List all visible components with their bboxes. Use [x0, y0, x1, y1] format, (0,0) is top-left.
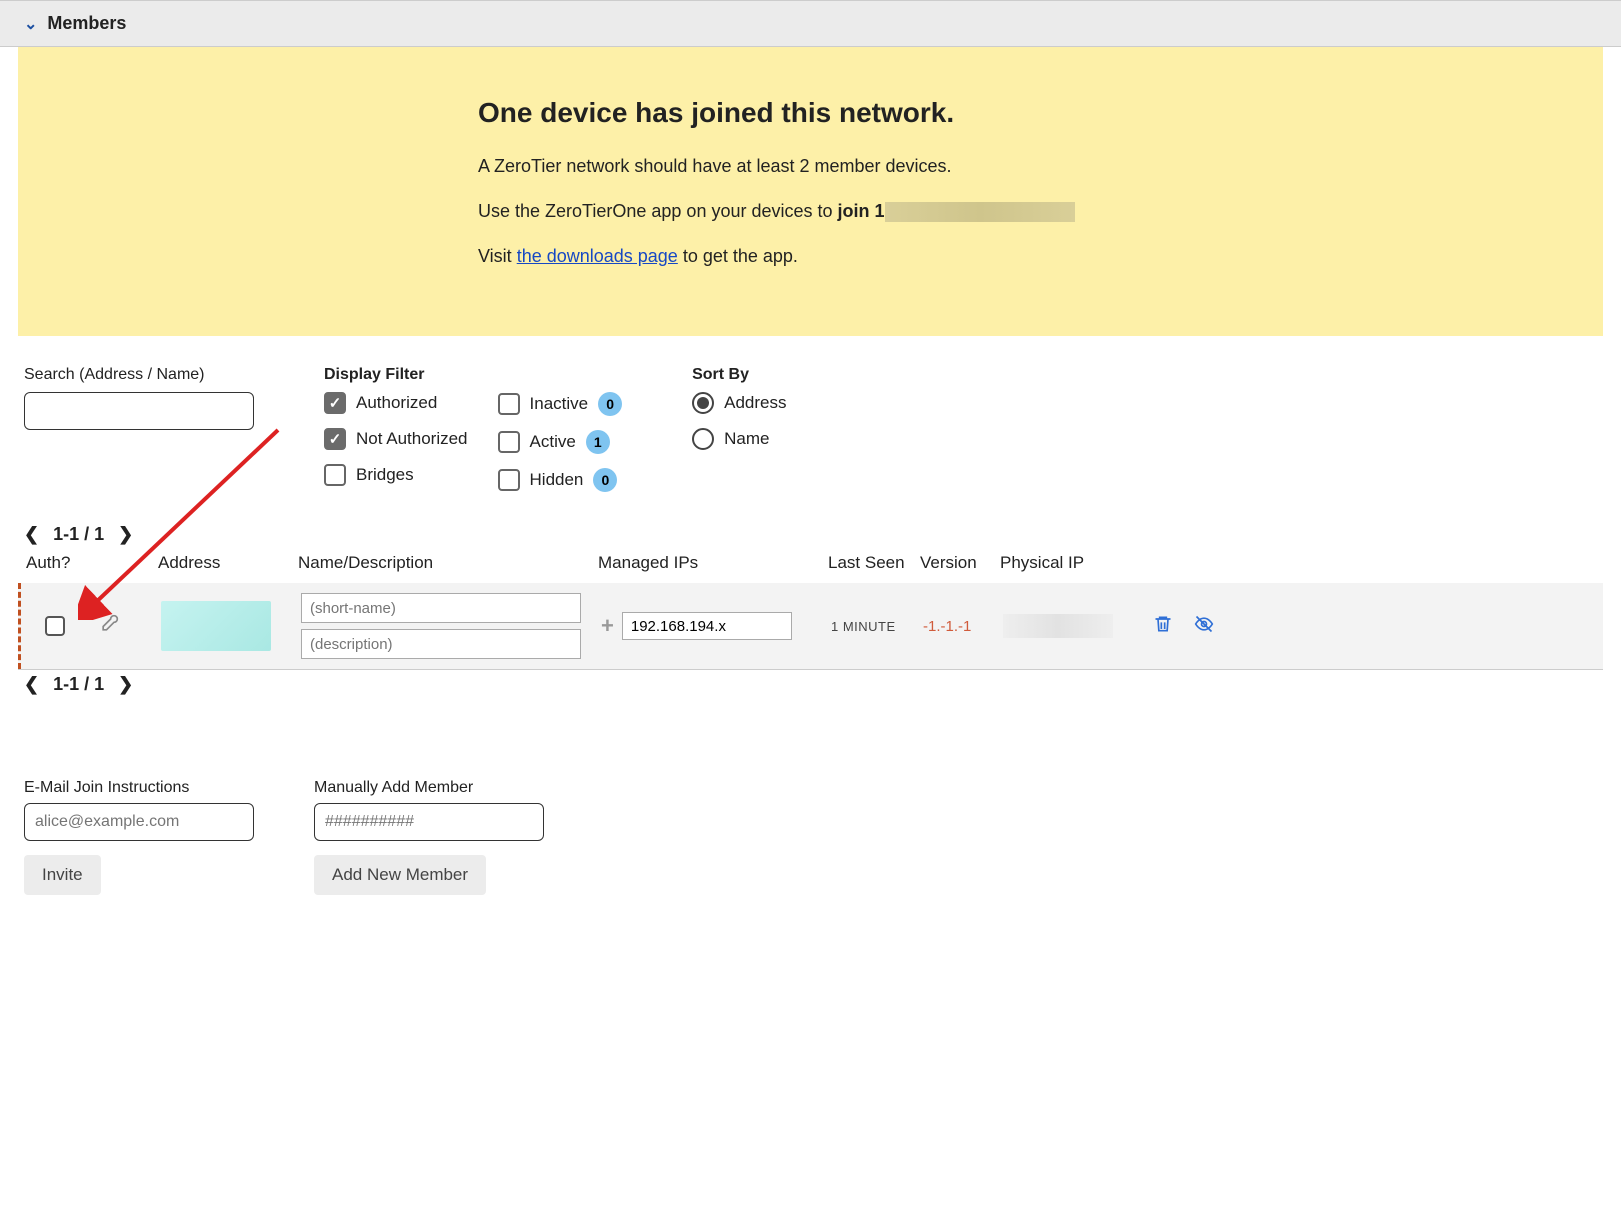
pager-prev-icon[interactable]: ❮: [24, 524, 39, 545]
email-invite-section: E-Mail Join Instructions Invite: [24, 779, 254, 895]
filter-inactive-label: Inactive: [530, 394, 589, 414]
filter-active-checkbox[interactable]: [498, 431, 520, 453]
banner-line2: Use the ZeroTierOne app on your devices …: [478, 198, 1178, 225]
manual-add-section: Manually Add Member Add New Member: [314, 779, 544, 895]
version-value: -1.-1.-1: [923, 618, 1003, 635]
sort-name-label: Name: [724, 429, 769, 449]
manual-label: Manually Add Member: [314, 779, 544, 797]
invite-button[interactable]: Invite: [24, 855, 101, 895]
hide-icon[interactable]: [1193, 614, 1215, 639]
auth-checkbox[interactable]: [45, 616, 65, 636]
pager-bottom: ❮ 1-1 / 1 ❯: [18, 670, 1603, 699]
banner-line3: Visit the downloads page to get the app.: [478, 243, 1178, 270]
pager-next-icon[interactable]: ❯: [118, 674, 133, 695]
display-filter-section: Display Filter Authorized Not Authorized…: [324, 366, 622, 492]
filter-hidden-checkbox[interactable]: [498, 469, 520, 491]
search-section: Search (Address / Name): [24, 366, 254, 492]
filter-not-authorized-checkbox[interactable]: [324, 428, 346, 450]
pager-text: 1-1 / 1: [53, 524, 104, 545]
info-banner: One device has joined this network. A Ze…: [18, 47, 1603, 336]
inactive-count-badge: 0: [598, 392, 622, 416]
ip-input[interactable]: [622, 612, 792, 640]
search-label: Search (Address / Name): [24, 366, 254, 384]
col-seen: Last Seen: [828, 553, 920, 573]
sort-label: Sort By: [692, 366, 786, 384]
pager-top: ❮ 1-1 / 1 ❯: [18, 520, 1603, 549]
table-header: Auth? Address Name/Description Managed I…: [18, 549, 1603, 577]
filter-not-authorized-label: Not Authorized: [356, 429, 468, 449]
sort-name-radio[interactable]: [692, 428, 714, 450]
filter-bridges-label: Bridges: [356, 465, 414, 485]
wrench-icon[interactable]: [99, 614, 119, 639]
active-count-badge: 1: [586, 430, 610, 454]
add-ip-icon[interactable]: +: [601, 613, 614, 639]
sort-section: Sort By Address Name: [692, 366, 786, 492]
col-name: Name/Description: [298, 553, 598, 573]
downloads-link[interactable]: the downloads page: [517, 246, 678, 266]
banner-line1: A ZeroTier network should have at least …: [478, 153, 1178, 180]
email-input[interactable]: [24, 803, 254, 841]
col-physical: Physical IP: [1000, 553, 1140, 573]
chevron-down-icon: ⌄: [24, 14, 37, 34]
delete-icon[interactable]: [1153, 614, 1173, 639]
table-row: + 1 MINUTE -1.-1.-1: [18, 583, 1603, 669]
section-header[interactable]: ⌄ Members: [0, 0, 1621, 47]
physical-ip-redacted: [1003, 614, 1113, 638]
filter-authorized-label: Authorized: [356, 393, 437, 413]
email-label: E-Mail Join Instructions: [24, 779, 254, 797]
last-seen-value: 1 MINUTE: [831, 619, 923, 634]
address-redacted: [161, 601, 271, 651]
pager-prev-icon[interactable]: ❮: [24, 674, 39, 695]
description-input[interactable]: [301, 629, 581, 659]
hidden-count-badge: 0: [593, 468, 617, 492]
pager-next-icon[interactable]: ❯: [118, 524, 133, 545]
pager-text: 1-1 / 1: [53, 674, 104, 695]
filter-label: Display Filter: [324, 366, 622, 384]
sort-address-label: Address: [724, 393, 786, 413]
manual-input[interactable]: [314, 803, 544, 841]
filter-inactive-checkbox[interactable]: [498, 393, 520, 415]
shortname-input[interactable]: [301, 593, 581, 623]
add-member-button[interactable]: Add New Member: [314, 855, 486, 895]
filter-active-label: Active: [530, 432, 576, 452]
network-id-redacted: [885, 202, 1075, 222]
col-version: Version: [920, 553, 1000, 573]
filter-hidden-label: Hidden: [530, 470, 584, 490]
col-ips: Managed IPs: [598, 553, 828, 573]
banner-heading: One device has joined this network.: [478, 97, 1178, 129]
section-title: Members: [47, 13, 126, 34]
filter-authorized-checkbox[interactable]: [324, 392, 346, 414]
col-auth: Auth?: [18, 553, 158, 573]
sort-address-radio[interactable]: [692, 392, 714, 414]
col-address: Address: [158, 553, 298, 573]
filter-bridges-checkbox[interactable]: [324, 464, 346, 486]
search-input[interactable]: [24, 392, 254, 430]
